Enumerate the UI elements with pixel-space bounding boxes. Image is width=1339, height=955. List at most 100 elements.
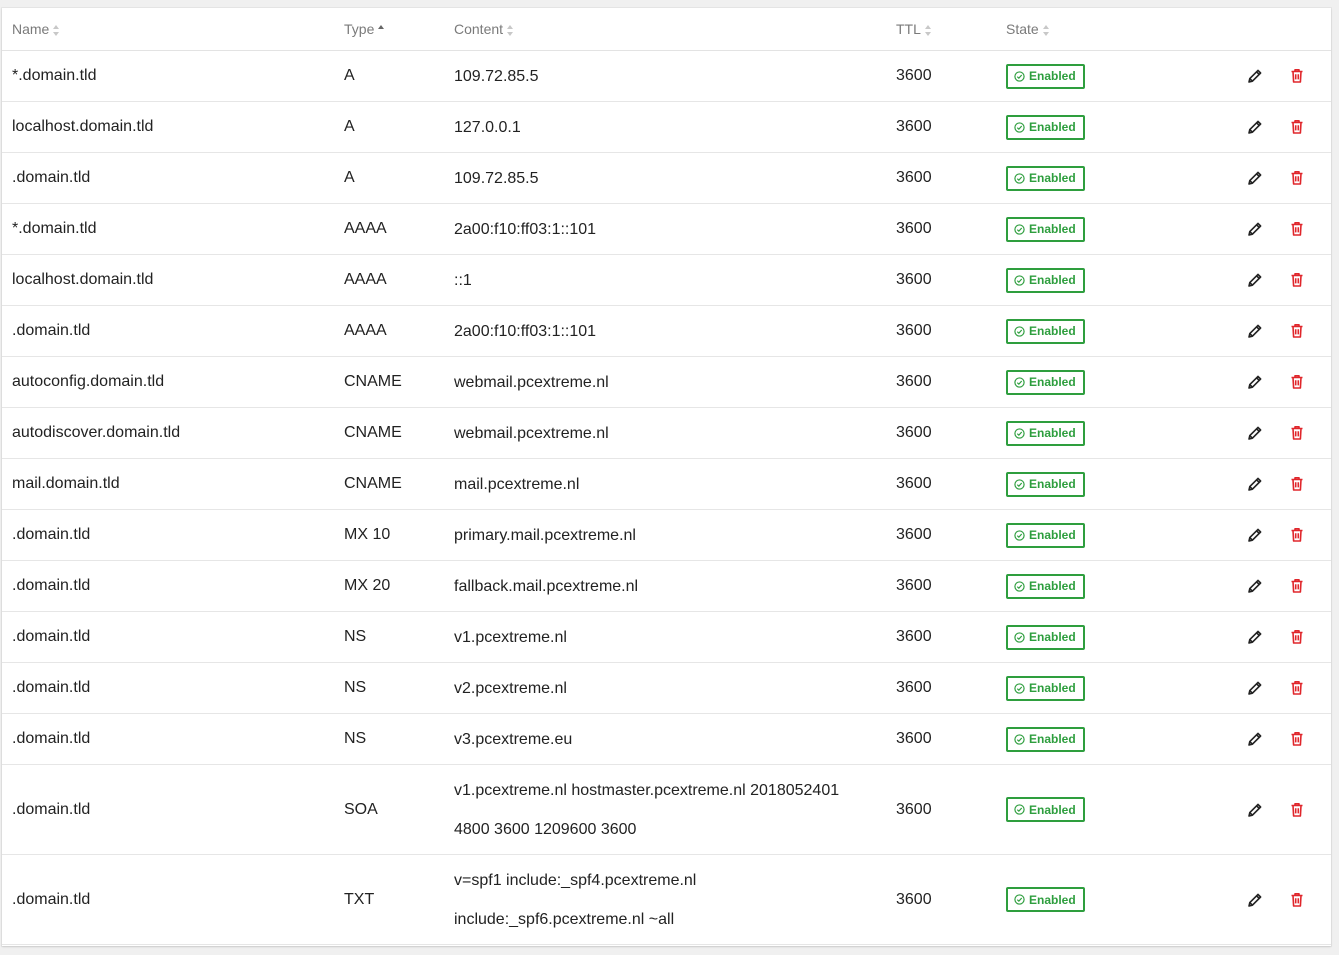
table-row: *.domain.tld A 109.72.85.5 3600 Enabled bbox=[2, 50, 1331, 102]
record-actions bbox=[1196, 509, 1331, 561]
edit-button[interactable] bbox=[1245, 474, 1265, 494]
table-row: autoconfig.domain.tld CNAME webmail.pcex… bbox=[2, 356, 1331, 408]
record-ttl: 3600 bbox=[886, 458, 996, 510]
trash-icon bbox=[1291, 426, 1303, 440]
trash-icon bbox=[1291, 273, 1303, 287]
check-circle-icon bbox=[1014, 121, 1025, 133]
table-row: .domain.tld AAAA 2a00:f10:ff03:1::101 36… bbox=[2, 305, 1331, 357]
record-type: AAAA bbox=[334, 254, 444, 306]
table-row: .domain.tld SOA v1.pcextreme.nl hostmast… bbox=[2, 764, 1331, 855]
delete-button[interactable] bbox=[1287, 474, 1307, 494]
delete-button[interactable] bbox=[1287, 321, 1307, 341]
check-circle-icon bbox=[1014, 478, 1025, 490]
delete-button[interactable] bbox=[1287, 423, 1307, 443]
delete-button[interactable] bbox=[1287, 800, 1307, 820]
record-actions bbox=[1196, 407, 1331, 459]
check-circle-icon bbox=[1014, 682, 1025, 694]
record-actions bbox=[1196, 662, 1331, 714]
sort-icon bbox=[1042, 24, 1050, 36]
delete-button[interactable] bbox=[1287, 729, 1307, 749]
column-header-ttl[interactable]: TTL bbox=[886, 8, 996, 51]
delete-button[interactable] bbox=[1287, 627, 1307, 647]
edit-button[interactable] bbox=[1245, 576, 1265, 596]
trash-icon bbox=[1291, 222, 1303, 236]
edit-button[interactable] bbox=[1245, 321, 1265, 341]
delete-button[interactable] bbox=[1287, 372, 1307, 392]
record-state-cell: Enabled bbox=[996, 764, 1196, 855]
record-content: fallback.mail.pcextreme.nl bbox=[444, 560, 886, 612]
status-badge: Enabled bbox=[1006, 114, 1085, 140]
edit-button[interactable] bbox=[1245, 800, 1265, 820]
delete-button[interactable] bbox=[1287, 168, 1307, 188]
record-content: 2a00:f10:ff03:1::101 bbox=[444, 203, 886, 255]
table-row: .domain.tld NS v2.pcextreme.nl 3600 Enab… bbox=[2, 662, 1331, 714]
edit-button[interactable] bbox=[1245, 729, 1265, 749]
record-state-cell: Enabled bbox=[996, 152, 1196, 204]
pencil-icon bbox=[1247, 69, 1261, 83]
dns-records-table: Name Type Content TTL State *.domain.tld… bbox=[2, 8, 1331, 945]
column-header-content[interactable]: Content bbox=[444, 8, 886, 51]
record-state-cell: Enabled bbox=[996, 713, 1196, 765]
status-badge: Enabled bbox=[1006, 797, 1085, 822]
pencil-icon bbox=[1247, 732, 1261, 746]
delete-button[interactable] bbox=[1287, 117, 1307, 137]
record-type: NS bbox=[334, 713, 444, 765]
edit-button[interactable] bbox=[1245, 66, 1265, 86]
edit-button[interactable] bbox=[1245, 627, 1265, 647]
status-badge: Enabled bbox=[1006, 216, 1085, 242]
trash-icon bbox=[1291, 120, 1303, 134]
record-type: AAAA bbox=[334, 305, 444, 357]
column-header-state[interactable]: State bbox=[996, 8, 1196, 51]
check-circle-icon bbox=[1014, 376, 1025, 388]
delete-button[interactable] bbox=[1287, 66, 1307, 86]
delete-button[interactable] bbox=[1287, 576, 1307, 596]
status-label: Enabled bbox=[1029, 171, 1076, 185]
trash-icon bbox=[1291, 579, 1303, 593]
edit-button[interactable] bbox=[1245, 678, 1265, 698]
check-circle-icon bbox=[1014, 427, 1025, 439]
status-label: Enabled bbox=[1029, 222, 1076, 236]
status-label: Enabled bbox=[1029, 579, 1076, 593]
record-content: v1.pcextreme.nl bbox=[444, 611, 886, 663]
record-content: v=spf1 include:_spf4.pcextreme.nl includ… bbox=[444, 854, 886, 945]
record-type: AAAA bbox=[334, 203, 444, 255]
check-circle-icon bbox=[1014, 70, 1025, 82]
record-content: 109.72.85.5 bbox=[444, 152, 886, 204]
edit-button[interactable] bbox=[1245, 270, 1265, 290]
edit-button[interactable] bbox=[1245, 219, 1265, 239]
edit-button[interactable] bbox=[1245, 117, 1265, 137]
delete-button[interactable] bbox=[1287, 678, 1307, 698]
record-type: A bbox=[334, 101, 444, 153]
column-header-name[interactable]: Name bbox=[2, 8, 334, 51]
edit-button[interactable] bbox=[1245, 372, 1265, 392]
record-content: v1.pcextreme.nl hostmaster.pcextreme.nl … bbox=[444, 764, 886, 855]
table-row: .domain.tld MX 10 primary.mail.pcextreme… bbox=[2, 509, 1331, 561]
edit-button[interactable] bbox=[1245, 423, 1265, 443]
record-content: v2.pcextreme.nl bbox=[444, 662, 886, 714]
edit-button[interactable] bbox=[1245, 168, 1265, 188]
record-state-cell: Enabled bbox=[996, 50, 1196, 102]
record-name: .domain.tld bbox=[2, 305, 334, 357]
edit-button[interactable] bbox=[1245, 890, 1265, 910]
status-label: Enabled bbox=[1029, 273, 1076, 287]
pencil-icon bbox=[1247, 324, 1261, 338]
record-ttl: 3600 bbox=[886, 254, 996, 306]
pencil-icon bbox=[1247, 273, 1261, 287]
record-type: TXT bbox=[334, 854, 444, 945]
record-type: CNAME bbox=[334, 458, 444, 510]
check-circle-icon bbox=[1014, 529, 1025, 541]
record-type: MX 20 bbox=[334, 560, 444, 612]
status-label: Enabled bbox=[1029, 69, 1076, 83]
delete-button[interactable] bbox=[1287, 890, 1307, 910]
column-header-type[interactable]: Type bbox=[334, 8, 444, 51]
record-ttl: 3600 bbox=[886, 611, 996, 663]
record-name: localhost.domain.tld bbox=[2, 101, 334, 153]
table-row: .domain.tld TXT v=spf1 include:_spf4.pce… bbox=[2, 854, 1331, 945]
record-ttl: 3600 bbox=[886, 203, 996, 255]
table-row: .domain.tld NS v3.pcextreme.eu 3600 Enab… bbox=[2, 713, 1331, 765]
delete-button[interactable] bbox=[1287, 219, 1307, 239]
edit-button[interactable] bbox=[1245, 525, 1265, 545]
delete-button[interactable] bbox=[1287, 525, 1307, 545]
delete-button[interactable] bbox=[1287, 270, 1307, 290]
pencil-icon bbox=[1247, 681, 1261, 695]
